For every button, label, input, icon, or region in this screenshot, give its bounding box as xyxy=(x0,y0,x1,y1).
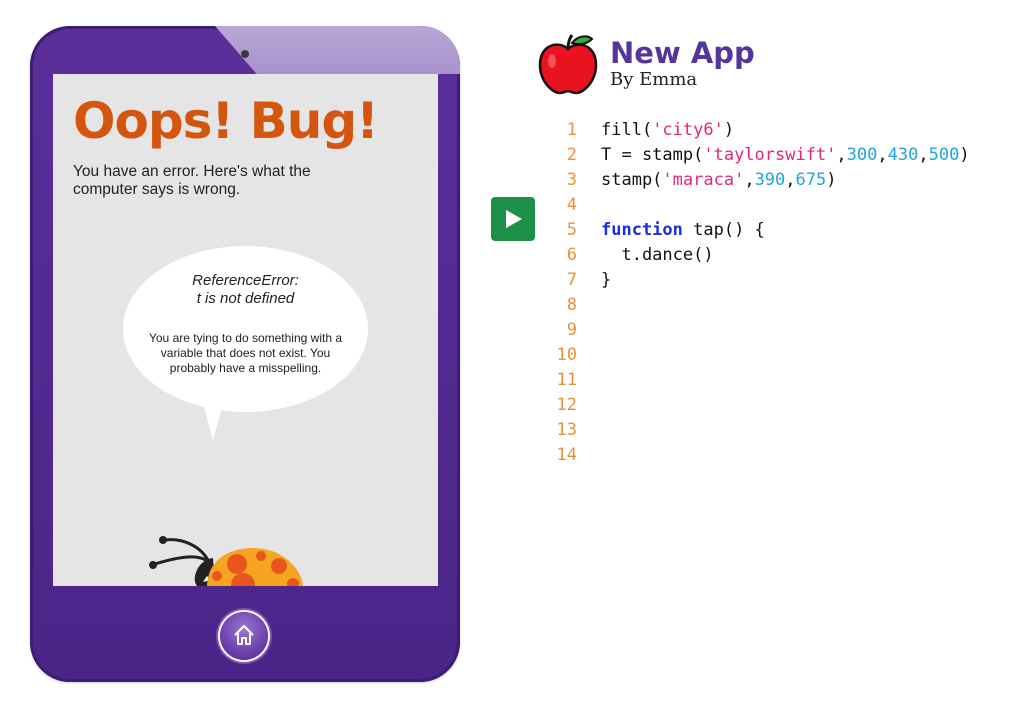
device-screen: Oops! Bug! You have an error. Here's wha… xyxy=(53,74,438,586)
line-number: 5 xyxy=(566,220,577,240)
code-token: 430 xyxy=(887,145,919,165)
code-token: stamp( xyxy=(601,170,663,190)
code-token: } xyxy=(601,270,612,290)
speech-bubble-tail xyxy=(203,404,223,440)
error-type-block: ReferenceError: t is not defined xyxy=(123,272,368,308)
home-button[interactable] xyxy=(220,612,268,660)
line-number: 14 xyxy=(556,445,577,465)
line-number: 6 xyxy=(566,245,577,265)
code-token: , xyxy=(836,145,847,165)
apple-icon xyxy=(538,34,598,95)
code-token: tap() { xyxy=(682,220,765,240)
code-token: 300 xyxy=(846,145,878,165)
line-number: 11 xyxy=(556,370,577,390)
line-code: } xyxy=(601,268,611,293)
line-number: 9 xyxy=(566,320,577,340)
code-token: function xyxy=(601,220,683,240)
line-code: T = stamp('taylorswift',300,430,500) xyxy=(601,143,970,168)
code-token: 'taylorswift' xyxy=(703,145,837,165)
line-code: function tap() { xyxy=(601,218,765,243)
run-button[interactable] xyxy=(491,197,535,241)
camera-icon xyxy=(241,50,249,58)
error-explanation: You are tying to do something with a var… xyxy=(148,331,342,375)
line-number: 2 xyxy=(566,145,577,165)
code-token: 675 xyxy=(795,170,827,190)
line-number: 4 xyxy=(566,195,577,215)
app-author: By Emma xyxy=(610,69,698,90)
code-token: , xyxy=(918,145,929,165)
line-number: 10 xyxy=(556,345,577,365)
error-message: t is not defined xyxy=(196,290,295,307)
error-intro: You have an error. Here's what the compu… xyxy=(73,163,311,198)
ladybug-icon xyxy=(149,536,303,586)
code-token: 500 xyxy=(928,145,960,165)
line-code: fill('city6') xyxy=(601,118,734,143)
code-token: T = stamp( xyxy=(601,145,704,165)
code-token: ) xyxy=(826,170,837,190)
code-token: , xyxy=(877,145,888,165)
line-number: 12 xyxy=(556,395,577,415)
line-number: 8 xyxy=(566,295,577,315)
error-heading: Oops! Bug! xyxy=(73,92,379,150)
device-frame: Oops! Bug! You have an error. Here's wha… xyxy=(30,26,460,682)
app-title: New App xyxy=(610,36,755,70)
line-code: stamp('maraca',390,675) xyxy=(601,168,837,193)
line-number: 7 xyxy=(566,270,577,290)
code-token: 'maraca' xyxy=(662,170,745,190)
code-token: t.dance() xyxy=(601,245,714,265)
code-token: ) xyxy=(723,120,735,140)
device-glare xyxy=(215,26,460,74)
speech-bubble xyxy=(123,246,368,412)
line-number: 3 xyxy=(566,170,577,190)
code-token: ) xyxy=(959,145,970,165)
code-token: 'city6' xyxy=(652,120,724,140)
line-code: t.dance() xyxy=(601,243,714,268)
line-number: 1 xyxy=(566,120,577,140)
play-icon xyxy=(506,210,522,228)
code-token: fill( xyxy=(601,120,653,140)
code-token: , xyxy=(785,170,796,190)
code-token: 390 xyxy=(754,170,786,190)
line-number: 13 xyxy=(556,420,577,440)
error-type: ReferenceError: xyxy=(192,272,299,289)
home-icon xyxy=(234,625,254,645)
code-token: , xyxy=(744,170,755,190)
